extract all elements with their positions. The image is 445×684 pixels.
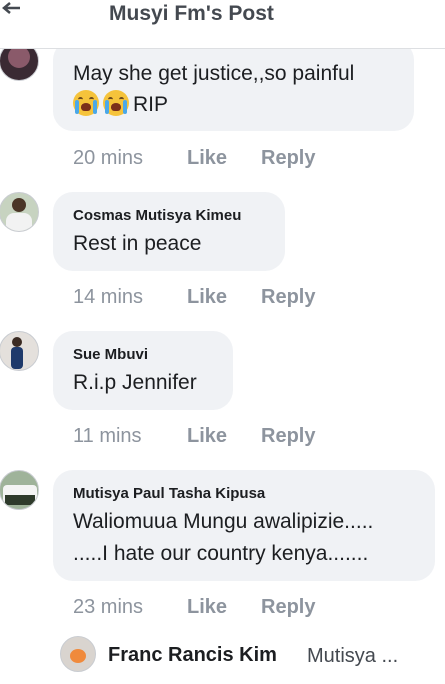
comment-text: Rest in peace [73,232,202,255]
comment-text: R.i.p Jennifer [73,371,197,394]
comment-text-line: RIP [73,90,168,120]
reply-button[interactable]: Reply [261,286,315,309]
comment-author[interactable]: Mutisya Paul Tasha Kipusa [73,485,265,502]
like-button[interactable]: Like [187,425,227,448]
crying-face-emoji-icon [103,90,129,117]
reply-author[interactable]: Franc Rancis Kim [108,644,277,667]
top-bar: Musyi Fm's Post [0,0,445,49]
comment-time: 14 mins [73,286,144,308]
comment-time: 23 mins [73,596,144,618]
reply-snippet[interactable]: Mutisya ... [307,645,398,668]
like-button[interactable]: Like [187,596,227,619]
avatar[interactable] [0,192,39,232]
reply-avatar[interactable] [60,636,96,672]
avatar[interactable] [0,470,39,510]
comment-time: 20 mins [73,147,144,169]
back-arrow-icon[interactable] [0,2,22,22]
like-button[interactable]: Like [187,286,227,309]
crying-face-emoji-icon [73,90,99,117]
comment-text: Waliomuua Mungu awalipizie..... [73,510,374,533]
comment-author[interactable]: Sue Mbuvi [73,346,148,363]
comment-author[interactable]: Cosmas Mutisya Kimeu [73,207,241,224]
comment-text: RIP [133,93,169,116]
like-button[interactable]: Like [187,147,227,170]
comment-time: 11 mins [73,425,142,447]
reply-button[interactable]: Reply [261,596,315,619]
reply-button[interactable]: Reply [261,425,315,448]
comment-text: May she get justice,,so painful [73,62,355,85]
reply-button[interactable]: Reply [261,147,315,170]
avatar[interactable] [0,331,39,371]
comment-text: .....I hate our country kenya....... [73,542,369,565]
page-title: Musyi Fm's Post [109,2,274,25]
